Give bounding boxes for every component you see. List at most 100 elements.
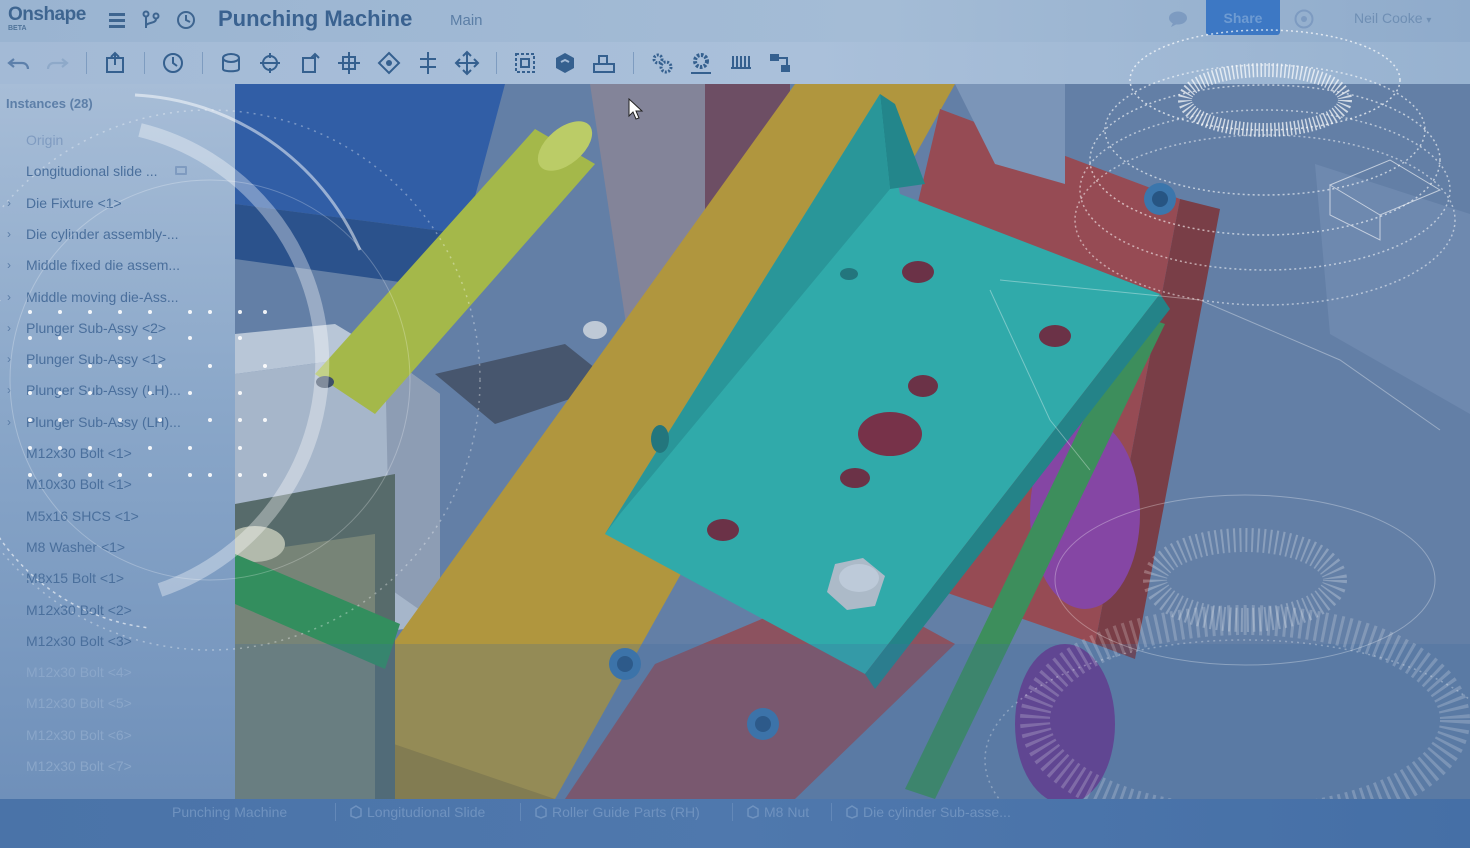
- graphics-viewport[interactable]: [235, 84, 1470, 799]
- chevron-right-icon[interactable]: ›: [7, 321, 11, 335]
- instance-tree-item[interactable]: M8 Washer <1>: [0, 533, 235, 561]
- tab-divider: [520, 803, 521, 821]
- instances-panel: Instances (28) Origin Longitudional slide…: [0, 84, 235, 799]
- menu-icon[interactable]: [106, 9, 128, 31]
- gear-relation-icon[interactable]: [688, 50, 714, 76]
- instance-tree-item[interactable]: › Plunger Sub-Assy (LH)...: [0, 376, 235, 404]
- help-icon[interactable]: [1293, 8, 1315, 30]
- toolbar-divider: [496, 52, 497, 74]
- part-tab-icon: [350, 805, 362, 819]
- chevron-right-icon[interactable]: ›: [7, 227, 11, 241]
- instance-tree-item[interactable]: › Die cylinder assembly-...: [0, 220, 235, 248]
- comments-icon[interactable]: [1167, 10, 1189, 28]
- fastened-mate-icon[interactable]: [257, 50, 283, 76]
- instance-tree-item[interactable]: › Die Fixture <1>: [0, 189, 235, 217]
- document-title[interactable]: Punching Machine: [218, 6, 412, 32]
- assembly-model: [235, 84, 1470, 799]
- redo-icon[interactable]: [44, 50, 70, 76]
- instance-tree-item[interactable]: M5x16 SHCS <1>: [0, 502, 235, 530]
- logo-text: Onshape: [8, 4, 86, 25]
- toolbar-divider: [202, 52, 203, 74]
- undo-icon[interactable]: [6, 50, 32, 76]
- chevron-right-icon[interactable]: ›: [7, 383, 11, 397]
- share-button[interactable]: Share: [1206, 0, 1280, 35]
- instance-label: Plunger Sub-Assy (LH)...: [26, 382, 181, 399]
- toolbar-divider: [144, 52, 145, 74]
- instance-label: Plunger Sub-Assy <1>: [26, 351, 167, 368]
- instance-label: M12x30 Bolt <2>: [26, 601, 132, 618]
- chevron-right-icon[interactable]: ›: [7, 290, 11, 304]
- instance-tree-item[interactable]: › Plunger Sub-Assy (LH)...: [0, 408, 235, 436]
- settings-gear-icon[interactable]: [649, 50, 675, 76]
- instance-label: Plunger Sub-Assy <2>: [26, 319, 167, 336]
- chevron-right-icon[interactable]: ›: [7, 352, 11, 366]
- toolbar-divider: [86, 52, 87, 74]
- mate-connector-icon[interactable]: [512, 50, 538, 76]
- instance-tree-item[interactable]: M12x30 Bolt <4>: [0, 658, 235, 686]
- instance-tree-item[interactable]: M12x30 Bolt <7>: [0, 752, 235, 780]
- planar-mate-icon[interactable]: [376, 50, 402, 76]
- app-header: Onshape BETA Punching Machine Main Share…: [0, 0, 1470, 42]
- tab-label: M8 Nut: [764, 804, 810, 820]
- instance-label: Longitudional slide ...: [26, 163, 158, 180]
- chevron-right-icon[interactable]: ›: [7, 258, 11, 272]
- slider-mate-icon[interactable]: [297, 50, 323, 76]
- assembly-toolbar: [0, 42, 1470, 84]
- document-tab[interactable]: Roller Guide Parts (RH): [534, 801, 700, 823]
- document-tab[interactable]: Punching Machine: [172, 801, 287, 823]
- chevron-right-icon[interactable]: ›: [7, 196, 11, 210]
- instances-title: Instances (28): [6, 96, 93, 111]
- instance-tree-item[interactable]: › Plunger Sub-Assy <1>: [0, 345, 235, 373]
- instance-tree-item[interactable]: › Middle moving die-Ass...: [0, 283, 235, 311]
- document-tabs: Punching Machine Longitudional Slide Rolle…: [0, 799, 1470, 848]
- history-icon[interactable]: [160, 50, 186, 76]
- part-tab-icon: [535, 805, 547, 819]
- toolbar-divider: [633, 52, 634, 74]
- instance-tree-item[interactable]: M12x30 Bolt <1>: [0, 439, 235, 467]
- instance-label: M12x30 Bolt <5>: [26, 695, 132, 712]
- linear-pattern-icon[interactable]: [767, 50, 793, 76]
- history-clock-icon[interactable]: [175, 9, 197, 31]
- instance-label: Die cylinder assembly-...: [26, 225, 179, 242]
- workspace-label[interactable]: Main: [450, 12, 483, 29]
- ball-mate-icon[interactable]: [454, 50, 480, 76]
- onshape-logo[interactable]: Onshape BETA: [8, 5, 88, 37]
- revolute-mate-icon[interactable]: [336, 50, 362, 76]
- tab-divider: [335, 803, 336, 821]
- instance-tree-item[interactable]: M10x30 Bolt <1>: [0, 470, 235, 498]
- tab-label: Die cylinder Sub-asse...: [863, 804, 1011, 820]
- insert-part-icon[interactable]: [218, 50, 244, 76]
- instance-label: Middle fixed die assem...: [26, 257, 181, 274]
- group-icon[interactable]: [552, 50, 578, 76]
- fixed-part-icon: [175, 166, 187, 176]
- instance-tree-item[interactable]: › Plunger Sub-Assy <2>: [0, 314, 235, 342]
- instance-tree-item[interactable]: M12x30 Bolt <2>: [0, 596, 235, 624]
- cylindrical-mate-icon[interactable]: [415, 50, 441, 76]
- rack-pinion-icon[interactable]: [728, 50, 754, 76]
- tab-divider: [732, 803, 733, 821]
- instance-label: M12x30 Bolt <7>: [26, 758, 132, 774]
- export-icon[interactable]: [102, 50, 128, 76]
- versions-branch-icon[interactable]: [140, 9, 162, 31]
- mouse-cursor-icon: [628, 98, 644, 120]
- logo-beta-badge: BETA: [8, 25, 27, 32]
- document-tab[interactable]: M8 Nut: [746, 801, 809, 823]
- relation-icon[interactable]: [591, 50, 617, 76]
- instance-tree-item[interactable]: › Middle fixed die assem...: [0, 251, 235, 279]
- instance-label: M10x30 Bolt <1>: [26, 476, 132, 493]
- chevron-right-icon[interactable]: ›: [7, 415, 11, 429]
- document-tab[interactable]: Die cylinder Sub-asse...: [845, 801, 1011, 823]
- instance-label: M12x30 Bolt <1>: [26, 445, 132, 461]
- instance-tree-item[interactable]: Origin: [0, 126, 235, 154]
- instance-tree-item[interactable]: M8x15 Bolt <1>: [0, 564, 235, 592]
- instance-tree-item[interactable]: M12x30 Bolt <3>: [0, 627, 235, 655]
- instance-tree-item[interactable]: Longitudional slide ...: [0, 157, 235, 185]
- instance-label: Origin: [26, 132, 64, 148]
- instance-tree-item[interactable]: M12x30 Bolt <6>: [0, 721, 235, 749]
- tab-divider: [831, 803, 832, 821]
- tab-label: Punching Machine: [172, 804, 288, 820]
- instance-tree-item[interactable]: M12x30 Bolt <5>: [0, 689, 235, 717]
- instance-label: M8x15 Bolt <1>: [26, 570, 125, 587]
- document-tab[interactable]: Longitudional Slide: [349, 801, 485, 823]
- user-menu[interactable]: Neil Cooke ▾: [1354, 10, 1431, 26]
